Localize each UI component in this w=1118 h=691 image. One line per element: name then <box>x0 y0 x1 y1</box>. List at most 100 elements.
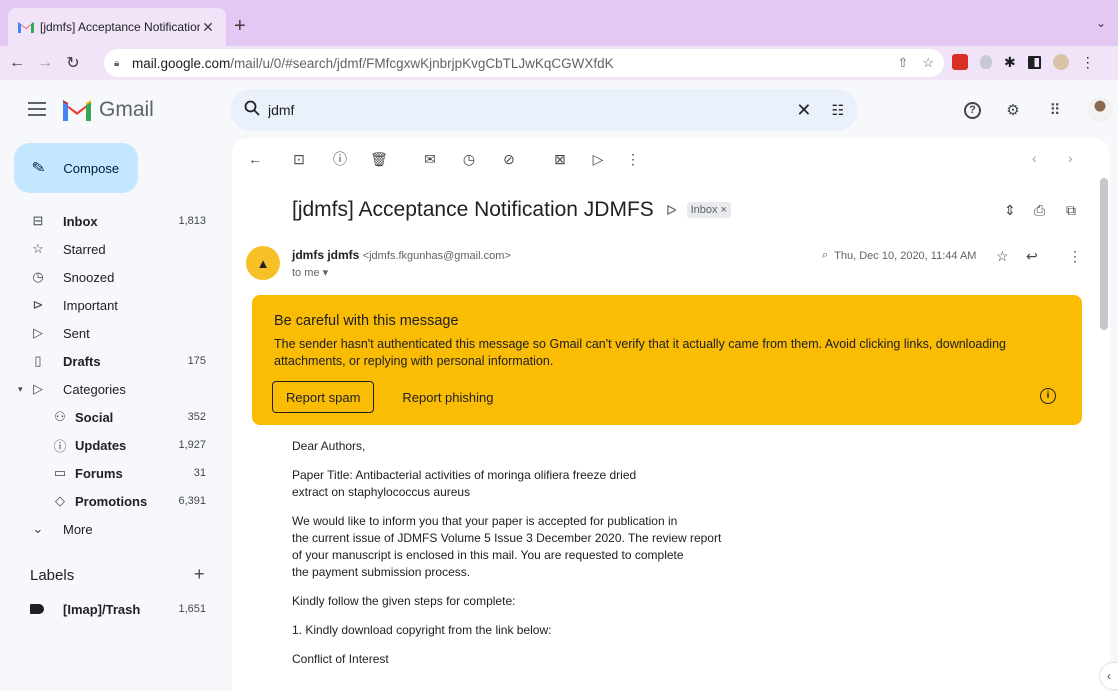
report-phishing-button[interactable]: Report phishing <box>402 390 493 405</box>
close-tab-icon[interactable]: ✕ <box>200 19 216 36</box>
address-bar[interactable]: 🔒︎ mail.google.com/mail/u/0/#search/jdmf… <box>104 49 944 77</box>
main-menu-icon[interactable] <box>28 102 46 120</box>
url-path: /mail/u/0/#search/jdmf/FMfcgxwKjnbrjpKvg… <box>230 55 614 71</box>
help-icon[interactable]: ? <box>964 101 981 119</box>
apps-grid-icon[interactable]: ⠿ <box>1045 100 1065 120</box>
newer-icon[interactable]: ‹ <box>1032 150 1037 166</box>
caret-down-icon[interactable]: ▾ <box>18 384 23 395</box>
attachment-icon: ⌕ <box>822 249 829 261</box>
gmail-brand: Gmail <box>99 98 154 121</box>
new-tab-icon[interactable]: + <box>234 16 246 36</box>
labels-icon[interactable]: ▷ <box>589 150 607 168</box>
sender-name[interactable]: jdmfs jdmfs <box>292 248 359 262</box>
mark-unread-icon[interactable]: ✉ <box>421 150 439 168</box>
print-icon[interactable]: ⎙ <box>1034 202 1045 219</box>
sidebar-item-social[interactable]: ⚇ Social 352 <box>0 403 224 431</box>
side-panel-icon[interactable] <box>1027 55 1041 69</box>
message-toolbar: ← ⊡ ⓘ 🗑︎ ✉ ◷ ⊘ ⊠ ▷ ⋮ ‹ › <box>232 138 1110 180</box>
send-icon: ▷ <box>33 325 43 340</box>
browser-menu-icon[interactable]: ⋮ <box>1081 54 1095 70</box>
tag-icon: ◇ <box>55 493 65 508</box>
sidebar-item-promotions[interactable]: ◇ Promotions 6,391 <box>0 487 224 515</box>
draft-icon: ▯ <box>34 353 42 368</box>
chevron-down-icon: ⌄ <box>32 521 44 536</box>
star-message-icon[interactable]: ☆ <box>996 248 1009 265</box>
extension-red-icon[interactable] <box>952 54 968 70</box>
sidebar-item-starred[interactable]: ☆ Starred <box>0 235 224 263</box>
tab-title: [jdmfs] Acceptance Notification <box>40 20 200 34</box>
account-avatar[interactable] <box>1087 97 1113 123</box>
important-icon: ⊳ <box>32 297 44 312</box>
warning-avatar-icon: ▲ <box>246 246 280 280</box>
sidebar-item-inbox[interactable]: ⊟ Inbox 1,813 <box>0 207 224 235</box>
browser-toolbar: ← → ↻ 🔒︎ mail.google.com/mail/u/0/#searc… <box>0 46 1118 80</box>
clear-search-icon[interactable]: ✕ <box>796 100 811 121</box>
warning-body: The sender hasn't authenticated this mes… <box>274 337 1006 368</box>
sidebar-item-updates[interactable]: ⓘ Updates 1,927 <box>0 431 224 459</box>
sidebar-item-sent[interactable]: ▷ Sent <box>0 319 224 347</box>
add-label-icon[interactable]: + <box>194 564 205 585</box>
message-body: Dear Authors, Paper Title: Antibacterial… <box>292 438 852 680</box>
search-options-icon[interactable]: ☷ <box>831 102 844 119</box>
search-input[interactable] <box>268 102 797 118</box>
forward-icon[interactable]: → <box>34 54 56 72</box>
more-options-icon[interactable]: ⋮ <box>624 150 642 168</box>
url-host: mail.google.com <box>132 55 231 71</box>
label-tag-icon <box>30 604 44 614</box>
browser-tab[interactable]: [jdmfs] Acceptance Notification ✕ <box>8 8 226 46</box>
report-spam-button[interactable]: Report spam <box>272 381 375 413</box>
reply-icon[interactable]: ↩ <box>1026 248 1038 265</box>
snooze-icon[interactable]: ◷ <box>460 150 478 168</box>
message-date: Thu, Dec 10, 2020, 11:44 AM <box>834 249 977 262</box>
tab-search-icon[interactable]: ⌄ <box>1096 16 1106 30</box>
warning-title: Be careful with this message <box>274 313 459 329</box>
gmail-logo[interactable]: Gmail <box>63 98 154 122</box>
extensions-puzzle-icon[interactable]: ✱ <box>1004 54 1016 70</box>
inbox-label-chip[interactable]: Inbox × <box>686 202 731 218</box>
compose-label: Compose <box>63 160 120 176</box>
gmail-favicon-icon <box>18 21 34 33</box>
gmail-m-icon <box>63 99 91 121</box>
search-icon[interactable] <box>244 100 260 121</box>
sidebar-item-snoozed[interactable]: ◷ Snoozed <box>0 263 224 291</box>
info-icon: ⓘ <box>53 438 67 454</box>
sidebar-label-trash[interactable]: [Imap]/Trash 1,651 <box>0 595 224 623</box>
report-spam-icon[interactable]: ⓘ <box>331 150 349 168</box>
star-icon: ☆ <box>32 241 44 256</box>
sidebar-item-important[interactable]: ⊳ Important <box>0 291 224 319</box>
bookmark-star-icon[interactable]: ☆ <box>922 55 934 71</box>
add-to-tasks-icon[interactable]: ⊘ <box>500 150 518 168</box>
lock-icon[interactable]: 🔒︎ <box>114 58 124 69</box>
extension-shield-icon[interactable] <box>980 55 992 69</box>
message-more-icon[interactable]: ⋮ <box>1068 248 1082 265</box>
delete-icon[interactable]: 🗑︎ <box>370 150 388 168</box>
sidebar-item-more[interactable]: ⌄ More <box>0 515 224 543</box>
expand-all-icon[interactable]: ⇕ <box>1004 202 1016 219</box>
sidebar-item-forums[interactable]: ▭ Forums 31 <box>0 459 224 487</box>
settings-gear-icon[interactable]: ⚙ <box>1003 100 1023 120</box>
message-pane: ← ⊡ ⓘ 🗑︎ ✉ ◷ ⊘ ⊠ ▷ ⋮ ‹ › [jdmfs] Accepta… <box>232 138 1110 691</box>
label-icon: ▷ <box>33 381 43 396</box>
recipient-details[interactable]: to me ▾ <box>292 266 328 279</box>
profile-avatar-icon[interactable] <box>1052 54 1069 70</box>
scrollbar-thumb[interactable] <box>1100 178 1108 330</box>
sidebar-item-drafts[interactable]: ▯ Drafts 175 <box>0 347 224 375</box>
important-marker-icon[interactable]: ᐅ <box>666 202 677 219</box>
sidebar-nav: ⊟ Inbox 1,813 ☆ Starred ◷ Snoozed ⊳ Impo… <box>0 207 224 543</box>
browser-tab-strip: [jdmfs] Acceptance Notification ✕ + ⌄ <box>0 0 1118 46</box>
body-paragraph: Paper Title: Antibacterial activities of… <box>292 468 637 499</box>
info-icon[interactable]: i <box>1040 388 1056 404</box>
compose-button[interactable]: ✎ Compose <box>14 143 138 193</box>
open-new-window-icon[interactable]: ⧉ <box>1066 202 1076 219</box>
pencil-icon: ✎ <box>30 158 47 179</box>
move-to-icon[interactable]: ⊠ <box>551 150 569 168</box>
older-icon[interactable]: › <box>1068 150 1073 166</box>
share-icon[interactable]: ⇧ <box>897 55 908 71</box>
archive-icon[interactable]: ⊡ <box>290 150 308 168</box>
subject-line: [jdmfs] Acceptance Notification JDMFS ᐅ … <box>292 198 731 222</box>
message-meta: ⌕ Thu, Dec 10, 2020, 11:44 AM <box>822 249 976 262</box>
back-icon[interactable]: ← <box>6 54 28 72</box>
reload-icon[interactable]: ↻ <box>62 53 84 73</box>
back-to-search-icon[interactable]: ← <box>246 150 264 168</box>
sidebar-item-categories[interactable]: ▾ ▷ Categories <box>0 375 224 403</box>
